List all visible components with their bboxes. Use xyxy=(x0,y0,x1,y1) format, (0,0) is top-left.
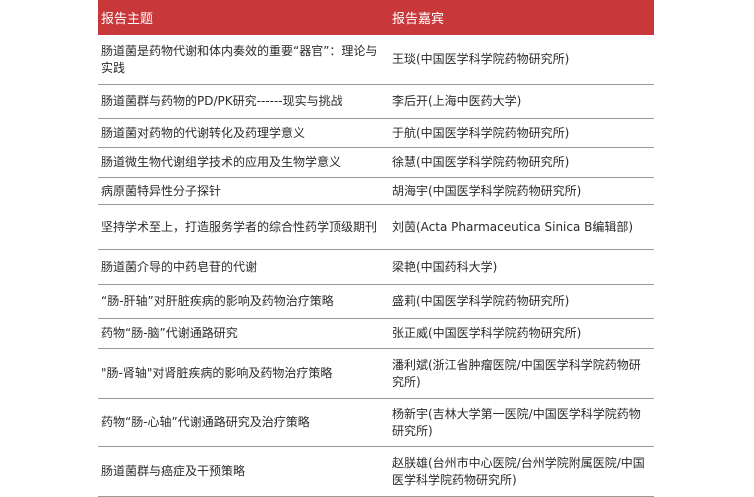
table-row: 坚持学术至上，打造服务学者的综合性药学顶级期刊 刘茵(Acta Pharmace… xyxy=(98,205,654,250)
speaker-column-header: 报告嘉宾 xyxy=(392,12,445,27)
topic-cell: 肠道菌是药物代谢和体内奏效的重要“器官”：理论与实践 xyxy=(101,43,378,75)
table-row: 肠道菌是药物代谢和体内奏效的重要“器官”：理论与实践 王琰(中国医学科学院药物研… xyxy=(98,35,654,85)
table-row: 肠道菌对药物的代谢转化及药理学意义 于航(中国医学科学院药物研究所) xyxy=(98,119,654,148)
table-row: “肠-肝轴”对肝脏疾病的影响及药物治疗策略 盛莉(中国医学科学院药物研究所) xyxy=(98,285,654,319)
speaker-cell: 王琰(中国医学科学院药物研究所) xyxy=(392,52,570,66)
table-row: 肠道菌介导的中药皂苷的代谢 梁艳(中国药科大学) xyxy=(98,250,654,285)
speaker-cell: 徐慧(中国医学科学院药物研究所) xyxy=(392,155,570,169)
speaker-cell: 梁艳(中国药科大学) xyxy=(392,259,498,274)
topic-cell: 肠道菌群与药物的PD/PK研究------现实与挑战 xyxy=(101,94,343,108)
topic-cell: 肠道菌群与癌症及干预策略 xyxy=(101,464,246,478)
table-row: 肠道菌群与药物的PD/PK研究------现实与挑战 李后开(上海中医药大学) xyxy=(98,85,654,119)
speaker-cell: 赵朕雄(台州市中心医院/台州学院附属医院/中国医学科学院药物研究所) xyxy=(392,455,645,487)
topic-cell: 病原菌特异性分子探针 xyxy=(101,183,222,198)
table-row: "肠-肾轴"对肾脏疾病的影响及药物治疗策略 潘利斌(浙江省肿瘤医院/中国医学科学… xyxy=(98,349,654,399)
agenda-header: 报告主题 报告嘉宾 xyxy=(98,0,654,35)
speaker-cell: 张正威(中国医学科学院药物研究所) xyxy=(392,326,582,340)
speaker-cell: 杨新宇(吉林大学第一医院/中国医学科学院药物研究所) xyxy=(392,406,641,438)
speaker-cell: 于航(中国医学科学院药物研究所) xyxy=(392,125,570,140)
speaker-cell: 潘利斌(浙江省肿瘤医院/中国医学科学院药物研究所) xyxy=(392,357,641,389)
table-row: 药物“肠-心轴”代谢通路研究及治疗策略 杨新宇(吉林大学第一医院/中国医学科学院… xyxy=(98,399,654,447)
speaker-cell: 胡海宇(中国医学科学院药物研究所) xyxy=(392,183,582,198)
speaker-cell: 刘茵(Acta Pharmaceutica Sinica B编辑部) xyxy=(392,219,634,234)
table-row: 病原菌特异性分子探针 胡海宇(中国医学科学院药物研究所) xyxy=(98,178,654,205)
topic-cell: 肠道菌对药物的代谢转化及药理学意义 xyxy=(101,125,306,140)
topic-cell: 坚持学术至上，打造服务学者的综合性药学顶级期刊 xyxy=(101,219,378,234)
topic-cell: 药物“肠-心轴”代谢通路研究及治疗策略 xyxy=(101,415,310,429)
table-row: 肠道微生物代谢组学技术的应用及生物学意义 徐慧(中国医学科学院药物研究所) xyxy=(98,148,654,178)
topic-cell: 肠道微生物代谢组学技术的应用及生物学意义 xyxy=(101,155,342,169)
table-row: 肠道菌群与癌症及干预策略 赵朕雄(台州市中心医院/台州学院附属医院/中国医学科学… xyxy=(98,447,654,497)
topic-cell: "肠-肾轴"对肾脏疾病的影响及药物治疗策略 xyxy=(101,366,333,380)
topic-cell: “肠-肝轴”对肝脏疾病的影响及药物治疗策略 xyxy=(101,294,334,308)
agenda-table: 报告主题 报告嘉宾 肠道菌是药物代谢和体内奏效的重要“器官”：理论与实践 王琰(… xyxy=(98,0,654,497)
topic-cell: 肠道菌介导的中药皂苷的代谢 xyxy=(101,259,258,274)
speaker-cell: 盛莉(中国医学科学院药物研究所) xyxy=(392,294,570,308)
topic-column-header: 报告主题 xyxy=(101,12,154,27)
topic-cell: 药物“肠-脑”代谢通路研究 xyxy=(101,326,238,340)
speaker-cell: 李后开(上海中医药大学) xyxy=(392,94,522,108)
table-row: 药物“肠-脑”代谢通路研究 张正威(中国医学科学院药物研究所) xyxy=(98,319,654,349)
